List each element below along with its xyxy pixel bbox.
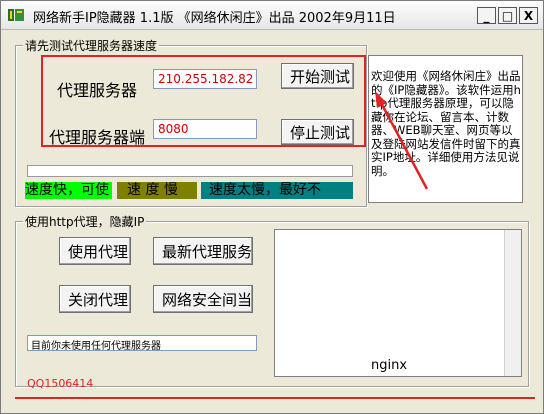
proxy-status-text: 目前你未使用任何代理服务器: [27, 335, 257, 351]
proxy-server-label: 代理服务器: [57, 81, 138, 100]
app-icon: [8, 9, 24, 21]
title-bar[interactable]: 网络新手IP隐藏器 1.1版 《网络休闲庄》出品 2002年9月11日 _ □ …: [1, 1, 543, 30]
maximize-button[interactable]: □: [498, 7, 517, 24]
bottom-red-line: [15, 397, 535, 413]
qq-contact: QQ1506414: [27, 377, 94, 390]
speed-too-slow-legend: 速度太慢，最好不: [201, 182, 353, 199]
speed-progress-bar: [27, 165, 353, 177]
proxy-port-input[interactable]: 8080: [153, 119, 257, 139]
minimize-button[interactable]: _: [477, 7, 496, 24]
use-proxy-button[interactable]: 使用代理: [59, 237, 131, 265]
speed-fast-legend: 速度快，可使: [25, 182, 112, 199]
stop-test-button[interactable]: 停止测试: [281, 119, 354, 145]
info-panel: 欢迎使用《网络休闲庄》出品的《IP隐藏器》。该软件运用http代理服务器原理，可…: [368, 55, 523, 203]
list-content: nginx: [371, 358, 408, 373]
close-button[interactable]: X: [519, 7, 538, 24]
proxy-list-panel[interactable]: nginx: [274, 229, 522, 377]
window-title: 网络新手IP隐藏器 1.1版 《网络休闲庄》出品 2002年9月11日: [33, 11, 396, 26]
proxy-group-title: 使用http代理，隐藏IP: [23, 213, 147, 230]
speed-slow-legend: 速 度 慢: [117, 182, 197, 199]
proxy-port-label: 代理服务器端: [49, 128, 146, 147]
list-scrollbar[interactable]: [504, 230, 521, 376]
start-test-button[interactable]: 开始测试: [281, 63, 354, 89]
proxy-server-input[interactable]: 210.255.182.82: [153, 69, 257, 89]
red-arrow-icon: [375, 91, 429, 190]
net-security-button[interactable]: 网络安全间当: [153, 285, 253, 313]
test-group-title: 请先测试代理服务器速度: [23, 37, 160, 54]
latest-proxy-button[interactable]: 最新代理服务: [153, 237, 253, 265]
close-proxy-button[interactable]: 关闭代理: [59, 285, 131, 313]
main-window: 网络新手IP隐藏器 1.1版 《网络休闲庄》出品 2002年9月11日 _ □ …: [0, 0, 544, 414]
